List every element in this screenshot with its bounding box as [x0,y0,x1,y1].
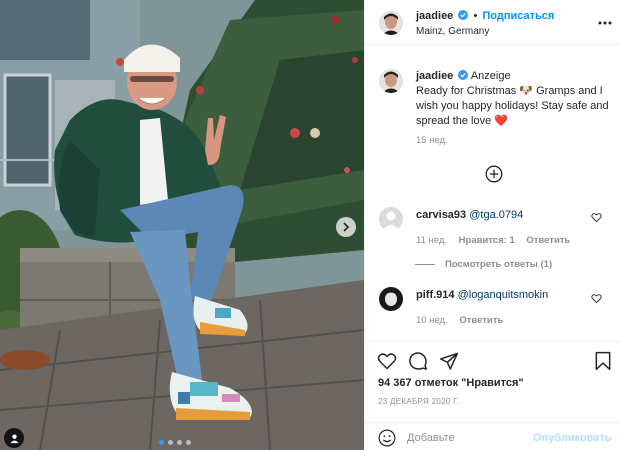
avatar[interactable] [379,69,403,93]
instagram-post-modal: jaadiee • Подписаться Mainz, Germany jaa… [0,0,620,450]
post-actions: 94 367 отметок "Нравится" 23 ДЕКАБРЯ 202… [365,341,620,421]
post-header: jaadiee • Подписаться Mainz, Germany [365,0,620,45]
sponsored-tag: Anzeige [470,70,511,82]
carousel-indicator [159,440,191,445]
comment-timestamp: 10 нед. [416,315,448,326]
caption-body-start: Ready for Christmas [416,85,517,97]
default-avatar-icon [379,207,403,231]
view-replies-label: Посмотреть ответы (1) [445,259,553,270]
user-icon [9,433,19,443]
carousel-dot [159,440,164,445]
caption-author[interactable]: jaadiee [416,70,453,82]
comment-meta: 11 нед. Нравится: 1 Ответить [416,235,579,246]
caption-timestamp: 15 нед. [416,135,448,146]
comment-author[interactable]: carvisa93 [416,209,466,221]
avatar[interactable] [379,11,403,35]
location-link[interactable]: Mainz, Germany [416,26,489,37]
comment-author[interactable]: piff.914 [416,289,455,301]
comment-likes-link[interactable]: Нравится: 1 [459,235,515,246]
comment-mention[interactable]: @tga.0794 [469,209,523,221]
view-replies-button[interactable]: Посмотреть ответы (1) [415,259,552,270]
comment-text: piff.914 @loganquitsmokin [416,288,596,302]
emoji-icon[interactable] [378,429,396,447]
avatar[interactable] [379,207,403,231]
photo-image [0,0,364,450]
more-horizontal-icon[interactable] [597,15,613,31]
dog-emoji-icon: 🐶 [519,85,534,97]
avatar-image [379,287,403,311]
verified-badge-icon [458,70,469,80]
carousel-dot [168,440,173,445]
heart-emoji-icon: ❤️ [494,115,508,127]
heart-icon[interactable] [377,351,397,371]
verified-badge-icon [458,10,469,20]
plus-circle-icon[interactable] [485,165,503,183]
comment-icon[interactable] [408,351,428,371]
post-date: 23 ДЕКАБРЯ 2020 Г. [378,397,460,406]
bookmark-icon[interactable] [593,351,613,371]
comment-meta: 10 нед. Ответить [416,315,512,326]
carousel-next-button[interactable] [336,217,356,237]
author-username[interactable]: jaadiee [416,10,453,22]
avatar-image [379,11,403,35]
tagged-users-button[interactable] [4,428,24,448]
comment-timestamp: 11 нед. [416,235,448,246]
reply-button[interactable]: Ответить [526,235,570,246]
header-author-row: jaadiee • Подписаться [416,10,554,22]
post-photo[interactable] [0,0,364,450]
share-icon[interactable] [439,351,459,371]
comment-text: carvisa93 @tga.0794 [416,208,596,222]
avatar[interactable] [379,287,403,311]
carousel-dot [177,440,182,445]
chevron-right-icon [343,222,350,232]
follow-button[interactable]: Подписаться [482,10,554,22]
separator: • [473,10,478,22]
comment-mention[interactable]: @loganquitsmokin [458,289,549,301]
caption-text: jaadiee Anzeige Ready for Christmas 🐶 Gr… [416,69,616,129]
divider-line [415,264,435,265]
reply-button[interactable]: Ответить [459,315,503,326]
add-comment-bar: Опубликовать [365,422,620,450]
heart-outline-icon[interactable] [591,293,602,304]
carousel-dot [186,440,191,445]
likes-count[interactable]: 94 367 отметок "Нравится" [378,377,524,389]
avatar-image [379,69,403,93]
post-side-panel: jaadiee • Подписаться Mainz, Germany jaa… [364,0,620,450]
heart-outline-icon[interactable] [591,212,602,223]
publish-button[interactable]: Опубликовать [533,432,612,444]
